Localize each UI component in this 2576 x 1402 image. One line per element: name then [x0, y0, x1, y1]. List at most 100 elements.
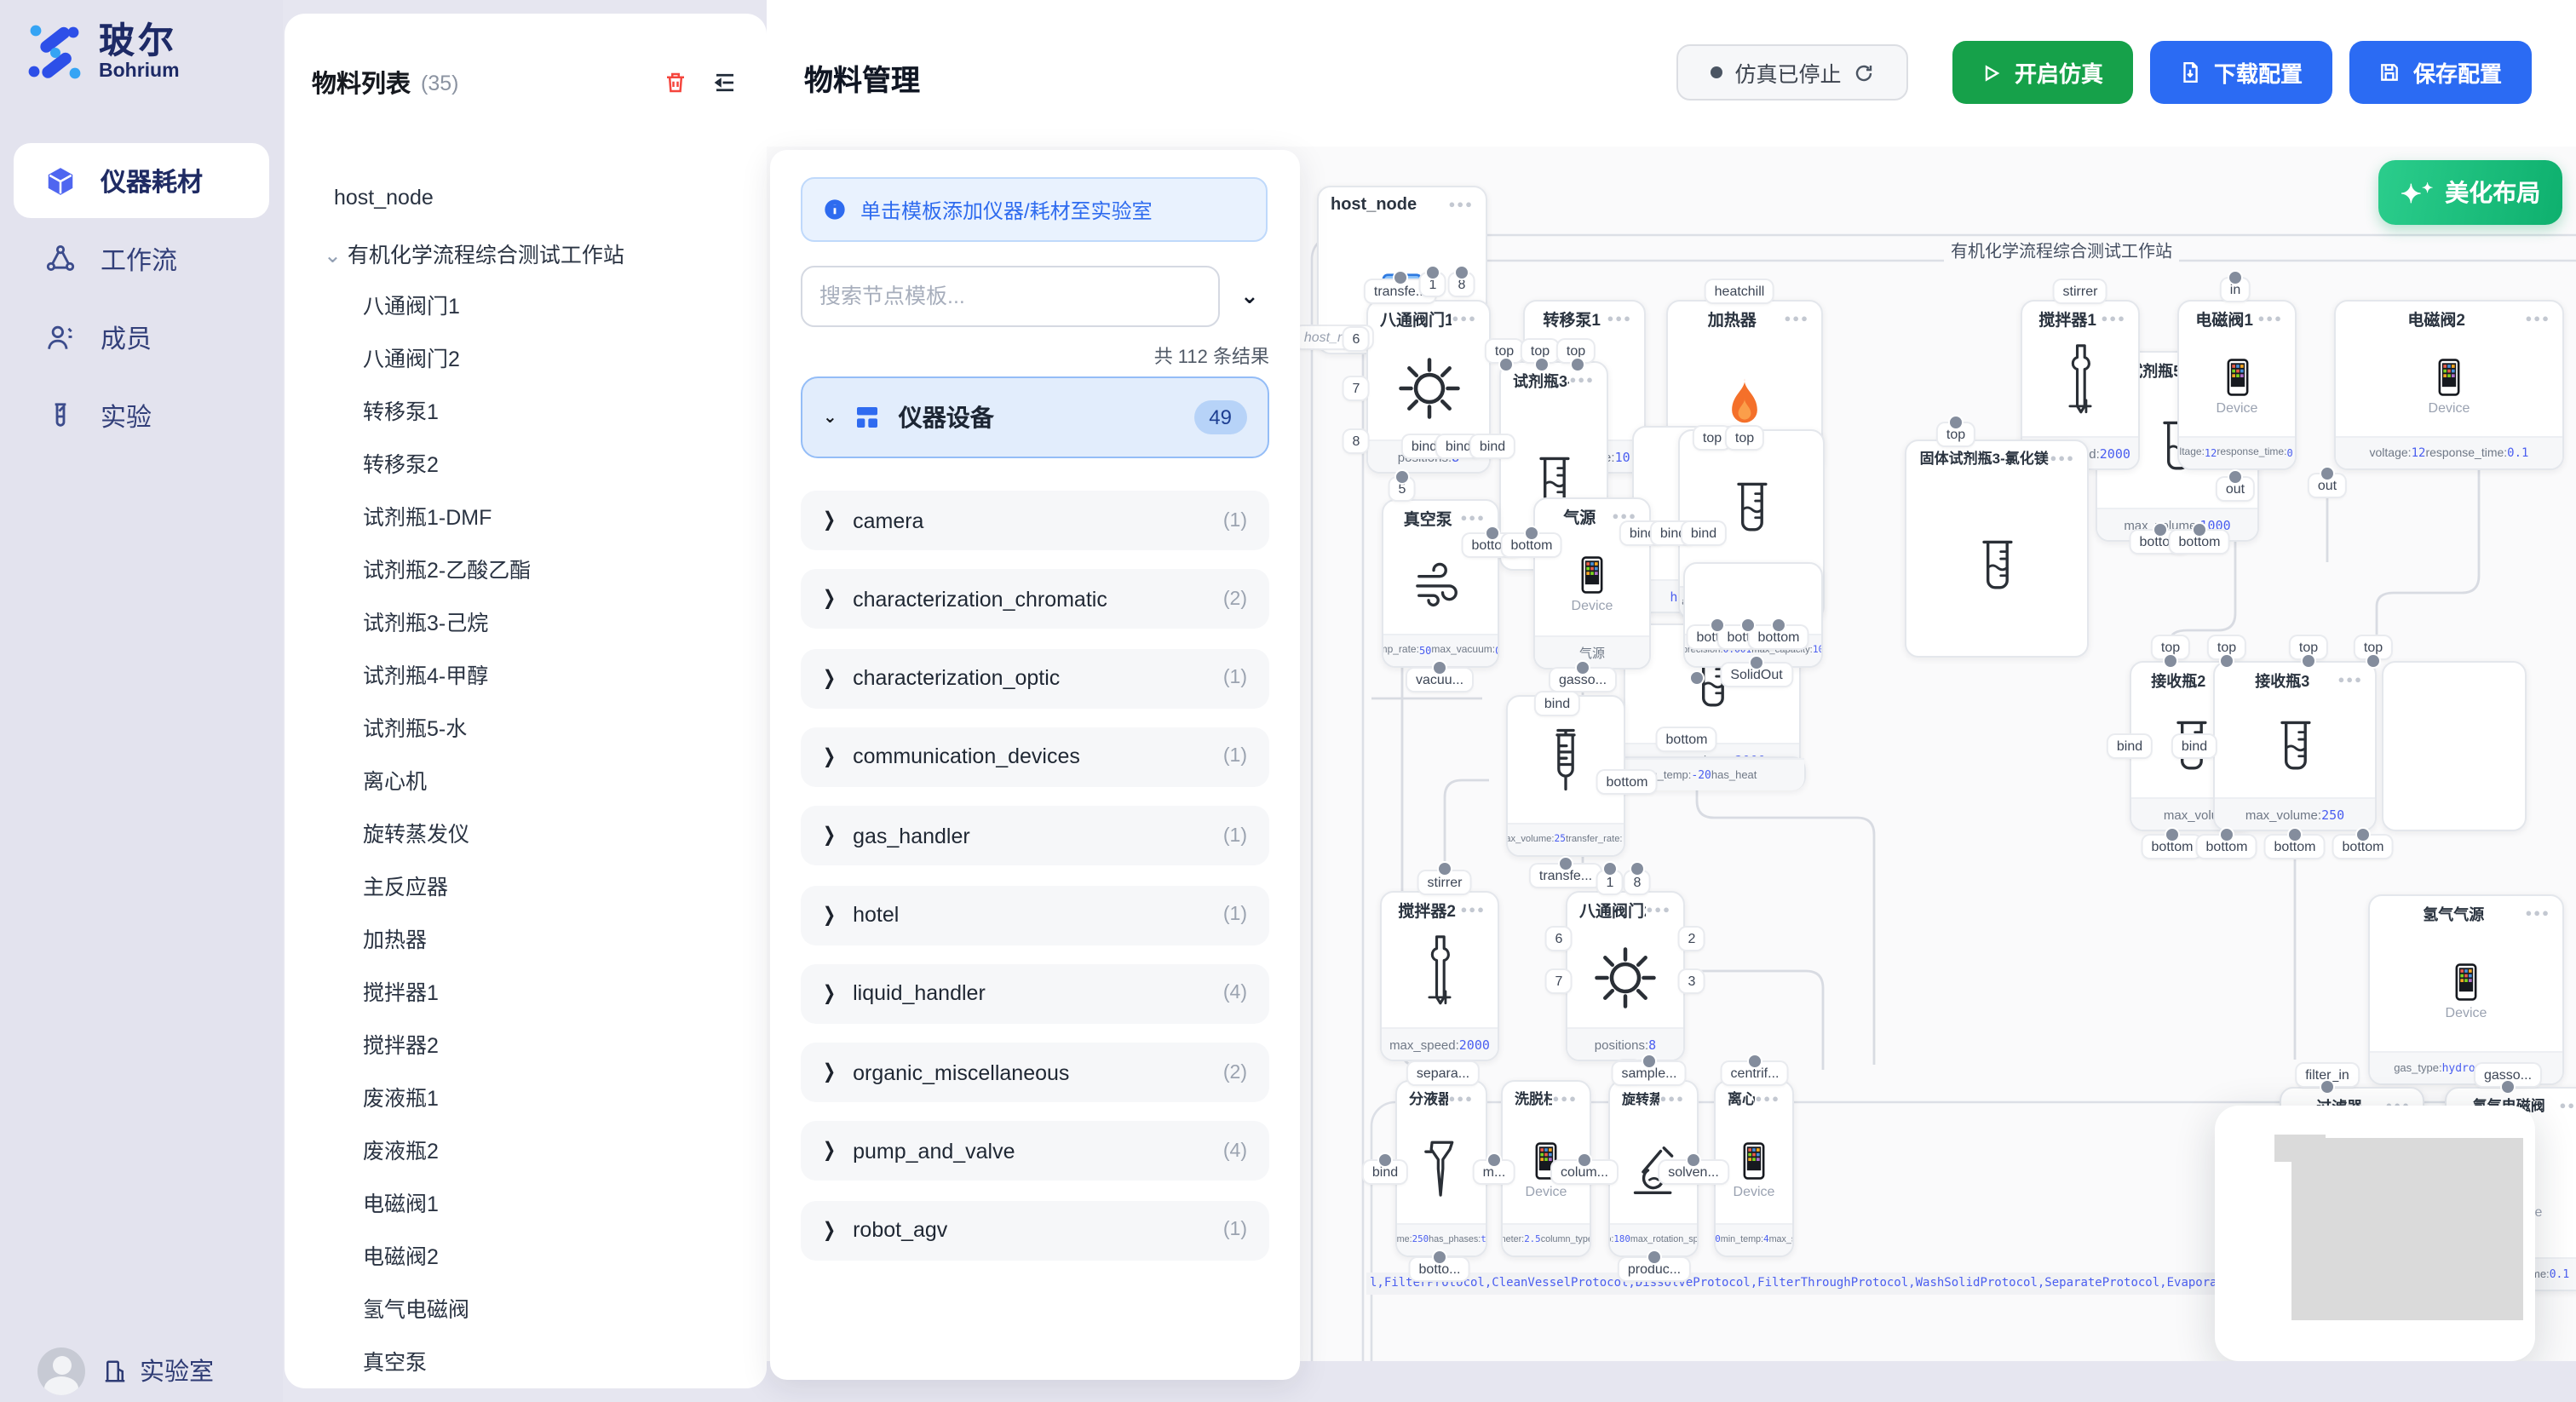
- tree-item[interactable]: 主反应器: [363, 869, 448, 901]
- tree-item[interactable]: 转移泵2: [363, 446, 439, 479]
- port-pill-2[interactable]: 2: [1680, 928, 1705, 950]
- tree-item[interactable]: 加热器: [363, 922, 427, 954]
- tree-item-host-node[interactable]: host_node: [334, 186, 434, 210]
- tree-item[interactable]: 试剂瓶3-己烷: [363, 605, 488, 637]
- chevron-down-icon[interactable]: ⌄: [1240, 283, 1259, 310]
- tree-item[interactable]: 八通阀门1: [363, 288, 460, 320]
- node-menu-icon[interactable]: ●●●: [1784, 313, 1809, 325]
- port-pill-3[interactable]: 3: [1680, 970, 1705, 992]
- sidebar-item-workflow[interactable]: 工作流: [14, 221, 269, 296]
- node-valve8-2[interactable]: 八通阀门2●●●positions: 8: [1566, 891, 1685, 1061]
- node-recv-bottle-4[interactable]: [2382, 661, 2527, 831]
- download-config-button[interactable]: 下载配置: [2150, 41, 2332, 104]
- template-category-liquid_handler[interactable]: ❯liquid_handler(4): [801, 964, 1269, 1024]
- port-pill-bind[interactable]: bind: [1682, 522, 1725, 544]
- node-menu-icon[interactable]: ●●●: [1448, 1093, 1474, 1105]
- node-menu-icon[interactable]: ●●●: [2050, 452, 2075, 464]
- port-pill-top[interactable]: top: [1694, 427, 1730, 449]
- tree-item[interactable]: 八通阀门2: [363, 341, 460, 373]
- save-config-button[interactable]: 保存配置: [2349, 41, 2532, 104]
- node-solid-bottle3-mgcl2[interactable]: 固体试剂瓶3-氯化镁●●●: [1905, 440, 2089, 658]
- node-menu-icon[interactable]: ●●●: [1460, 904, 1486, 916]
- node-menu-icon[interactable]: ●●●: [2525, 907, 2550, 919]
- minimap[interactable]: [2215, 1106, 2535, 1361]
- category-group-instruments[interactable]: ⌄ 仪器设备 49: [801, 376, 1269, 458]
- node-menu-icon[interactable]: ●●●: [1448, 198, 1474, 210]
- template-category-hotel[interactable]: ❯hotel(1): [801, 885, 1269, 945]
- node-menu-icon[interactable]: ●●●: [1659, 1093, 1685, 1105]
- status-label: 仿真已停止: [1734, 56, 1841, 89]
- node-solenoid-2[interactable]: 电磁阀2●●● Devicevoltage: 12 response_time:…: [2334, 300, 2564, 470]
- port-pill-bind[interactable]: bind: [1536, 692, 1578, 715]
- node-menu-icon[interactable]: ●●●: [2257, 313, 2283, 325]
- template-category-characterization_optic[interactable]: ❯characterization_optic(1): [801, 648, 1269, 708]
- node-menu-icon[interactable]: ●●●: [1646, 904, 1671, 916]
- beautify-layout-button[interactable]: ✦✦ 美化布局: [2378, 160, 2562, 225]
- tree-item[interactable]: 废液瓶2: [363, 1133, 439, 1165]
- node-menu-icon[interactable]: ●●●: [2559, 1100, 2576, 1112]
- node-menu-icon[interactable]: ●●●: [1612, 510, 1637, 522]
- tree-item[interactable]: 电磁阀2: [363, 1238, 439, 1271]
- sidebar-item-experiments[interactable]: 实验: [14, 378, 269, 453]
- search-template-input[interactable]: [801, 266, 1220, 327]
- node-menu-icon[interactable]: ●●●: [2101, 313, 2126, 325]
- node-menu-icon[interactable]: ●●●: [1452, 313, 1477, 325]
- template-category-characterization_chromatic[interactable]: ❯characterization_chromatic(2): [801, 570, 1269, 629]
- template-category-robot_agv[interactable]: ❯robot_agv(1): [801, 1200, 1269, 1260]
- sidebar-item-members[interactable]: 成员: [14, 300, 269, 375]
- tree-item[interactable]: 离心机: [363, 763, 427, 796]
- port-pill-bottom[interactable]: bottom: [1658, 728, 1716, 750]
- port-pill-heatchill[interactable]: heatchill: [1706, 280, 1774, 302]
- node-menu-icon[interactable]: ●●●: [1460, 512, 1486, 524]
- user-avatar[interactable]: [37, 1347, 85, 1394]
- template-category-organic_miscellaneous[interactable]: ❯organic_miscellaneous(2): [801, 1043, 1269, 1102]
- node-solenoid-1[interactable]: 电磁阀1●●● Devicevoltage: 12 response_time:…: [2177, 300, 2297, 470]
- template-category-camera[interactable]: ❯camera(1): [801, 491, 1269, 550]
- tree-item[interactable]: 电磁阀1: [363, 1186, 439, 1218]
- port-pill-bind[interactable]: bind: [2173, 735, 2216, 757]
- tree-item[interactable]: 搅拌器1: [363, 974, 439, 1007]
- port-pill-8[interactable]: 8: [1344, 430, 1369, 452]
- tree-item[interactable]: 试剂瓶5-水: [363, 710, 467, 743]
- building-icon: [102, 1357, 128, 1384]
- lab-switcher[interactable]: 实验室: [102, 1353, 214, 1388]
- template-category-communication_devices[interactable]: ❯communication_devices(1): [801, 727, 1269, 787]
- tree-item[interactable]: 搅拌器2: [363, 1027, 439, 1060]
- template-category-gas_handler[interactable]: ❯gas_handler(1): [801, 806, 1269, 865]
- start-simulation-button[interactable]: 开启仿真: [1952, 41, 2133, 104]
- tree-item[interactable]: 试剂瓶1-DMF: [363, 499, 492, 531]
- node-h2-gas-source[interactable]: 氢气气源●●● Devicegas_type: hydrogen max_pre: [2368, 894, 2564, 1085]
- node-stirrer-2[interactable]: 搅拌器2●●● max_speed: 2000: [1380, 891, 1499, 1061]
- tree-item[interactable]: 转移泵1: [363, 394, 439, 426]
- port-pill-top[interactable]: top: [1727, 427, 1762, 449]
- tree-item[interactable]: 试剂瓶4-甲醇: [363, 658, 488, 690]
- sidebar-item-instruments[interactable]: 仪器耗材: [14, 143, 269, 218]
- tree-item-workstation[interactable]: ⌄ 有机化学流程综合测试工作站: [324, 237, 624, 269]
- port-pill-7[interactable]: 7: [1547, 970, 1572, 992]
- node-menu-icon[interactable]: ●●●: [2525, 313, 2550, 325]
- tree-item[interactable]: 真空泵: [363, 1344, 427, 1376]
- tree-item[interactable]: 试剂瓶2-乙酸乙酯: [363, 552, 531, 584]
- port-pill-6[interactable]: 6: [1547, 928, 1572, 950]
- node-vacuum-pump[interactable]: 真空泵●●● pump_rate: 50 max_vacuum: 0.1: [1382, 499, 1499, 668]
- node-balance[interactable]: precision: 0.001 max_capacity: 10: [1683, 562, 1823, 668]
- tree-item[interactable]: 废液瓶1: [363, 1080, 439, 1112]
- port-pill-stirrer[interactable]: stirrer: [2055, 280, 2107, 302]
- node-menu-icon[interactable]: ●●●: [1552, 1093, 1578, 1105]
- port-pill-bind[interactable]: bind: [2108, 735, 2151, 757]
- node-menu-icon[interactable]: ●●●: [2337, 674, 2363, 686]
- port-pill-bottom[interactable]: bottom: [1598, 771, 1657, 793]
- port-pill-6[interactable]: 6: [1344, 328, 1369, 350]
- simulation-status[interactable]: 仿真已停止: [1676, 44, 1908, 101]
- template-category-pump_and_valve[interactable]: ❯pump_and_valve(4): [801, 1122, 1269, 1181]
- tree-item[interactable]: 旋转蒸发仪: [363, 816, 469, 848]
- node-recv-bottle-3[interactable]: 接收瓶3●●● max_volume: 250: [2213, 661, 2377, 831]
- tree-item[interactable]: 氢气电磁阀: [363, 1291, 469, 1324]
- node-menu-icon[interactable]: ●●●: [1755, 1093, 1780, 1105]
- node-menu-icon[interactable]: ●●●: [1569, 374, 1595, 386]
- sidebar-item-label: 成员: [101, 319, 152, 355]
- node-menu-icon[interactable]: ●●●: [1607, 313, 1632, 325]
- port-pill-bind[interactable]: bind: [1471, 435, 1514, 457]
- port-pill-separa[interactable]: separa...: [1408, 1062, 1478, 1084]
- port-pill-7[interactable]: 7: [1344, 377, 1369, 399]
